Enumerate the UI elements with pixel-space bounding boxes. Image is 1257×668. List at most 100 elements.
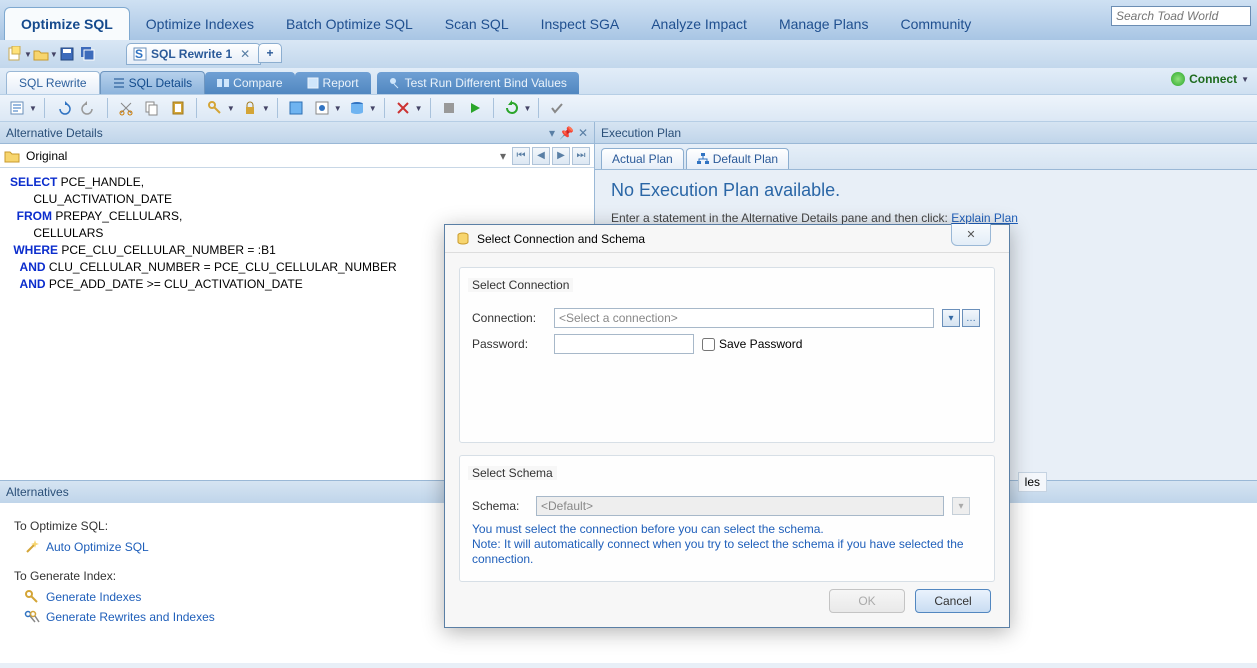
link-label: Auto Optimize SQL bbox=[46, 540, 149, 554]
nav-tab-analyze-impact[interactable]: Analyze Impact bbox=[635, 8, 763, 40]
action-toolbar: ▼ ▼ ▼ ▼ ▼ ▼ ▼ bbox=[0, 94, 1257, 122]
clear-icon[interactable] bbox=[392, 97, 414, 119]
nav-tab-optimize-indexes[interactable]: Optimize Indexes bbox=[130, 8, 270, 40]
dropdown-arrow-icon[interactable]: ▼ bbox=[369, 104, 377, 113]
dropdown-arrow-icon[interactable]: ▼ bbox=[415, 104, 423, 113]
dropdown-arrow-icon[interactable]: ▼ bbox=[334, 104, 342, 113]
nav-tab-scan-sql[interactable]: Scan SQL bbox=[429, 8, 525, 40]
tab-default-plan[interactable]: Default Plan bbox=[686, 148, 789, 169]
subtab-sql-rewrite[interactable]: SQL Rewrite bbox=[6, 71, 100, 94]
check-icon[interactable] bbox=[546, 97, 568, 119]
pin-icon[interactable]: 📌 bbox=[559, 126, 574, 140]
connection-dropdown-icon[interactable]: ▾ bbox=[942, 309, 960, 327]
dialog-title-bar: Select Connection and Schema bbox=[445, 225, 1009, 253]
password-label: Password: bbox=[472, 337, 546, 351]
connection-label: Connection: bbox=[472, 311, 546, 325]
connection-input[interactable] bbox=[554, 308, 934, 328]
sql-rewrite-icon: S bbox=[133, 47, 147, 61]
plan-tabs: Actual Plan Default Plan bbox=[595, 144, 1257, 170]
plan-heading: No Execution Plan available. bbox=[611, 180, 1241, 201]
main-nav: Optimize SQL Optimize Indexes Batch Opti… bbox=[0, 0, 1257, 40]
close-tab-icon[interactable]: ✕ bbox=[240, 47, 250, 61]
subtab-label: SQL Details bbox=[129, 76, 193, 90]
subtab-sql-details[interactable]: SQL Details bbox=[100, 71, 206, 94]
dropdown-arrow-icon[interactable]: ▼ bbox=[262, 104, 270, 113]
plan-tab-label: Actual Plan bbox=[612, 152, 673, 166]
keys-icon bbox=[24, 609, 40, 625]
schema-label: Schema: bbox=[472, 499, 528, 513]
dropdown-arrow-icon[interactable]: ▼ bbox=[29, 104, 37, 113]
group-legend: Select Schema bbox=[468, 466, 557, 480]
connect-button[interactable]: Connect ▼ bbox=[1171, 72, 1249, 86]
pane-title: Alternative Details bbox=[6, 126, 103, 140]
plan-tab-label: Default Plan bbox=[713, 152, 778, 166]
pane-title: Execution Plan bbox=[601, 126, 681, 140]
pane-header: Execution Plan bbox=[595, 122, 1257, 144]
db-icon[interactable] bbox=[346, 97, 368, 119]
dropdown-arrow-icon[interactable]: ▼ bbox=[24, 50, 32, 59]
refresh-icon[interactable] bbox=[501, 97, 523, 119]
first-icon[interactable]: ⏮ bbox=[512, 147, 530, 165]
document-tab[interactable]: S SQL Rewrite 1 ✕ bbox=[126, 43, 261, 65]
stop-icon[interactable] bbox=[438, 97, 460, 119]
bookmark-icon[interactable] bbox=[285, 97, 307, 119]
subtab-label: Report bbox=[323, 76, 359, 90]
options-icon[interactable] bbox=[311, 97, 333, 119]
new-tab-button[interactable]: + bbox=[258, 43, 282, 63]
paste-icon[interactable] bbox=[167, 97, 189, 119]
close-pane-icon[interactable]: ✕ bbox=[578, 126, 588, 140]
schema-dropdown-icon: ▾ bbox=[952, 497, 970, 515]
svg-text:S: S bbox=[135, 47, 143, 61]
sub-tab-row: SQL Rewrite SQL Details Compare Report T… bbox=[0, 68, 1257, 94]
dropdown-arrow-icon[interactable]: ▾ bbox=[549, 126, 555, 140]
dropdown-arrow-icon[interactable]: ▼ bbox=[1241, 75, 1249, 84]
run-icon bbox=[389, 77, 401, 89]
cut-icon[interactable] bbox=[115, 97, 137, 119]
compare-icon bbox=[217, 77, 229, 89]
details-icon bbox=[113, 77, 125, 89]
undo-icon[interactable] bbox=[52, 97, 74, 119]
save-all-icon[interactable] bbox=[79, 45, 97, 63]
link-label: Generate Rewrites and Indexes bbox=[46, 610, 215, 624]
tab-actual-plan[interactable]: Actual Plan bbox=[601, 148, 684, 169]
tree-icon bbox=[697, 153, 709, 165]
explain-plan-icon[interactable] bbox=[6, 97, 28, 119]
partial-tab[interactable]: les bbox=[1018, 472, 1047, 492]
db-icon bbox=[455, 231, 471, 247]
save-password-checkbox[interactable] bbox=[702, 338, 715, 351]
connection-browse-icon[interactable]: … bbox=[962, 309, 980, 327]
report-icon bbox=[307, 77, 319, 89]
connection-dialog: ✕ Select Connection and Schema Select Co… bbox=[444, 224, 1010, 628]
nav-tab-community[interactable]: Community bbox=[884, 8, 987, 40]
redo-icon[interactable] bbox=[78, 97, 100, 119]
dropdown-arrow-icon[interactable]: ▼ bbox=[50, 50, 58, 59]
key-icon[interactable] bbox=[204, 97, 226, 119]
copy-icon[interactable] bbox=[141, 97, 163, 119]
dropdown-arrow-icon[interactable]: ▼ bbox=[524, 104, 532, 113]
save-icon[interactable] bbox=[58, 45, 76, 63]
new-icon[interactable] bbox=[6, 45, 24, 63]
cancel-button[interactable]: Cancel bbox=[915, 589, 991, 613]
explain-plan-link[interactable]: Explain Plan bbox=[951, 211, 1018, 225]
play-icon[interactable] bbox=[464, 97, 486, 119]
lock-icon[interactable] bbox=[239, 97, 261, 119]
subtab-compare[interactable]: Compare bbox=[205, 72, 294, 94]
password-input[interactable] bbox=[554, 334, 694, 354]
next-icon[interactable]: ▶ bbox=[552, 147, 570, 165]
subtab-test-run[interactable]: Test Run Different Bind Values bbox=[377, 72, 579, 94]
dropdown-arrow-icon[interactable]: ▾ bbox=[500, 149, 506, 163]
open-icon[interactable] bbox=[32, 45, 50, 63]
prev-icon[interactable]: ◀ bbox=[532, 147, 550, 165]
nav-tab-batch-optimize[interactable]: Batch Optimize SQL bbox=[270, 8, 429, 40]
subtab-report[interactable]: Report bbox=[295, 72, 371, 94]
nav-tab-manage-plans[interactable]: Manage Plans bbox=[763, 8, 885, 40]
nav-tab-inspect-sga[interactable]: Inspect SGA bbox=[525, 8, 636, 40]
folder-icon[interactable] bbox=[4, 149, 20, 163]
schema-note: You must select the connection before yo… bbox=[472, 522, 982, 567]
last-icon[interactable]: ⏭ bbox=[572, 147, 590, 165]
dialog-title: Select Connection and Schema bbox=[477, 232, 645, 246]
connect-label: Connect bbox=[1189, 72, 1237, 86]
search-input[interactable] bbox=[1111, 6, 1251, 26]
dropdown-arrow-icon[interactable]: ▼ bbox=[227, 104, 235, 113]
nav-tab-optimize-sql[interactable]: Optimize SQL bbox=[4, 7, 130, 40]
